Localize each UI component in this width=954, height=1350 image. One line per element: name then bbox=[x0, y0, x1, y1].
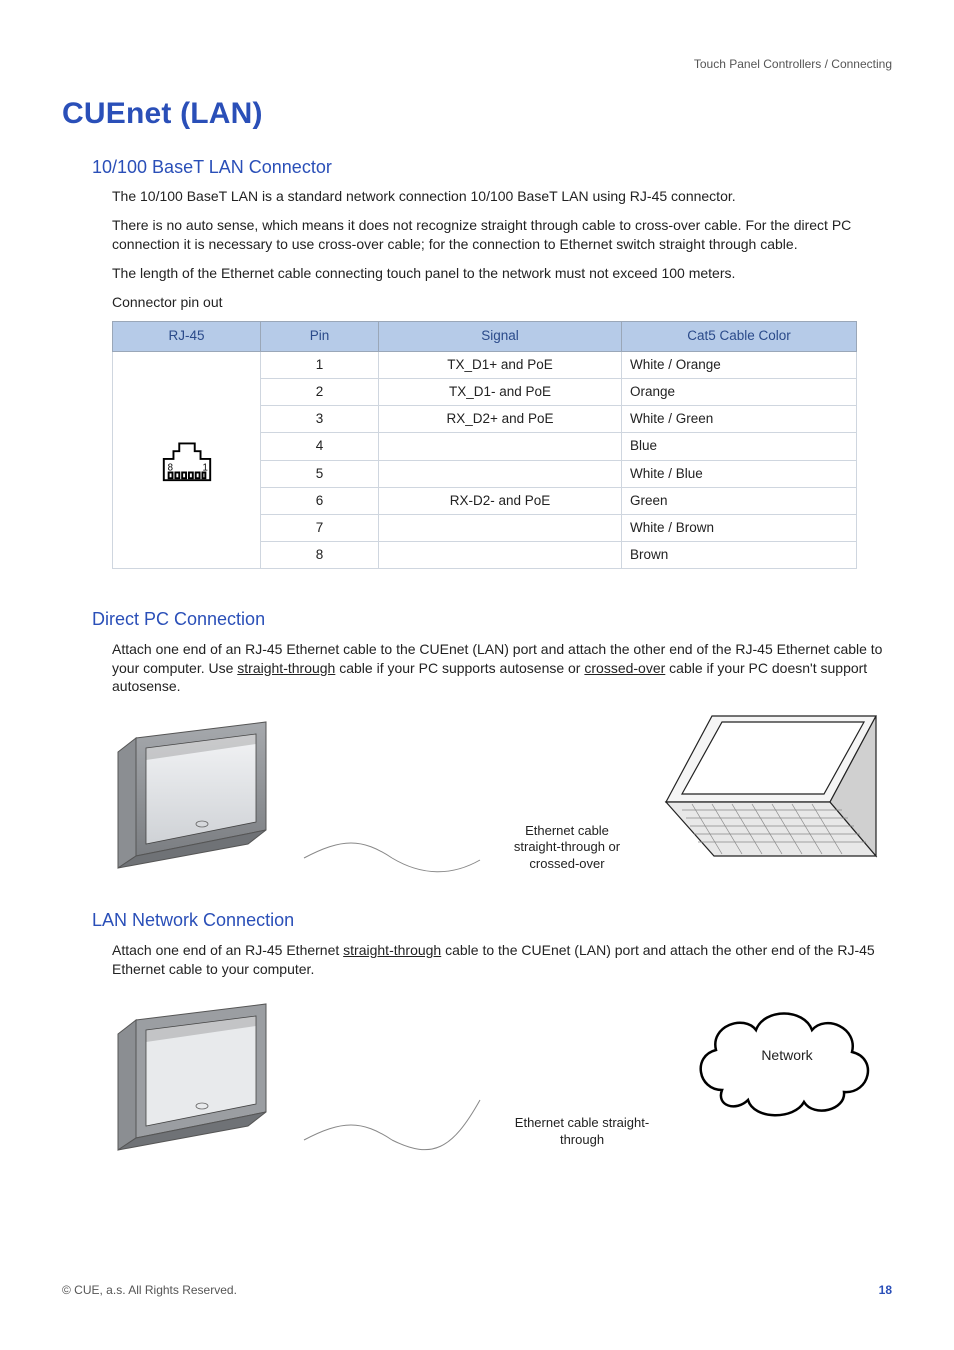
diagram-direct-pc: Ethernet cable straight-through or cross… bbox=[112, 708, 892, 878]
rj45-pin-8-label: 8 bbox=[167, 463, 172, 474]
section-heading-lan: LAN Network Connection bbox=[92, 908, 892, 932]
rj45-connector-icon: 8 1 bbox=[158, 428, 216, 486]
page-footer: © CUE, a.s. All Rights Reserved. 18 bbox=[62, 1282, 892, 1298]
para-connector-1: The 10/100 BaseT LAN is a standard netwo… bbox=[112, 187, 892, 206]
touch-panel-icon bbox=[112, 708, 282, 878]
cell-signal bbox=[379, 514, 622, 541]
th-pin: Pin bbox=[261, 322, 379, 351]
th-color: Cat5 Cable Color bbox=[622, 322, 857, 351]
cell-color: Brown bbox=[622, 542, 857, 569]
th-rj45: RJ-45 bbox=[113, 322, 261, 351]
breadcrumb-text: Touch Panel Controllers / Connecting bbox=[694, 57, 892, 71]
cell-color: Blue bbox=[622, 433, 857, 460]
text-underline: crossed-over bbox=[584, 660, 665, 676]
para-lan: Attach one end of an RJ-45 Ethernet stra… bbox=[112, 941, 892, 979]
section-heading-direct-pc: Direct PC Connection bbox=[92, 607, 892, 631]
cell-pin: 6 bbox=[261, 487, 379, 514]
para-connector-2: There is no auto sense, which means it d… bbox=[112, 216, 892, 254]
cell-color: White / Blue bbox=[622, 460, 857, 487]
footer-copyright: © CUE, a.s. All Rights Reserved. bbox=[62, 1282, 237, 1298]
cell-signal bbox=[379, 542, 622, 569]
network-cloud-icon bbox=[682, 990, 892, 1160]
para-connector-4: Connector pin out bbox=[112, 293, 892, 312]
th-signal: Signal bbox=[379, 322, 622, 351]
cable-label: Ethernet cable straight-through bbox=[502, 1114, 662, 1149]
para-connector-3: The length of the Ethernet cable connect… bbox=[112, 264, 892, 283]
text-underline: straight-through bbox=[343, 942, 441, 958]
cable-label-line2: straight-through or crossed-over bbox=[502, 839, 632, 872]
svg-text:8: 8 bbox=[167, 463, 172, 474]
pinout-table: RJ-45 Pin Signal Cat5 Cable Color bbox=[112, 321, 857, 569]
cell-color: White / Green bbox=[622, 406, 857, 433]
cell-signal bbox=[379, 460, 622, 487]
para-direct-pc: Attach one end of an RJ-45 Ethernet cabl… bbox=[112, 640, 892, 697]
cable-label-line1: Ethernet cable bbox=[502, 823, 632, 839]
cell-color: Orange bbox=[622, 378, 857, 405]
cell-pin: 1 bbox=[261, 351, 379, 378]
cell-pin: 4 bbox=[261, 433, 379, 460]
laptop-icon bbox=[652, 708, 892, 878]
footer-page-number: 18 bbox=[879, 1282, 892, 1298]
cell-pin: 2 bbox=[261, 378, 379, 405]
cell-pin: 8 bbox=[261, 542, 379, 569]
cable-line bbox=[302, 990, 482, 1160]
cable-label-line1: Ethernet cable straight-through bbox=[502, 1114, 662, 1149]
text-underline: straight-through bbox=[237, 660, 335, 676]
cell-signal: TX_D1- and PoE bbox=[379, 378, 622, 405]
cell-pin: 3 bbox=[261, 406, 379, 433]
cell-pin: 5 bbox=[261, 460, 379, 487]
table-header-row: RJ-45 Pin Signal Cat5 Cable Color bbox=[113, 322, 857, 351]
svg-text:1: 1 bbox=[202, 463, 207, 474]
cable-line bbox=[302, 708, 482, 878]
rj45-diagram-cell: 8 1 bbox=[113, 351, 261, 569]
text-fragment: Attach one end of an RJ-45 Ethernet bbox=[112, 942, 343, 958]
breadcrumb: Touch Panel Controllers / Connecting bbox=[62, 56, 892, 72]
cell-signal: RX-D2- and PoE bbox=[379, 487, 622, 514]
cell-signal: TX_D1+ and PoE bbox=[379, 351, 622, 378]
cable-label: Ethernet cable straight-through or cross… bbox=[502, 823, 632, 872]
cell-color: White / Brown bbox=[622, 514, 857, 541]
cell-signal: RX_D2+ and PoE bbox=[379, 406, 622, 433]
cell-color: Green bbox=[622, 487, 857, 514]
table-row: 8 1 1 TX_D1+ and PoE White / Orange bbox=[113, 351, 857, 378]
touch-panel-icon bbox=[112, 990, 282, 1160]
diagram-lan: Ethernet cable straight-through Network bbox=[112, 990, 892, 1160]
text-fragment: cable if your PC supports autosense or bbox=[335, 660, 584, 676]
cell-pin: 7 bbox=[261, 514, 379, 541]
cell-color: White / Orange bbox=[622, 351, 857, 378]
rj45-pin-1-label: 1 bbox=[202, 463, 207, 474]
network-cloud-label: Network bbox=[682, 1046, 892, 1065]
cell-signal bbox=[379, 433, 622, 460]
page-title: CUEnet (LAN) bbox=[62, 94, 892, 135]
section-heading-connector: 10/100 BaseT LAN Connector bbox=[92, 155, 892, 179]
